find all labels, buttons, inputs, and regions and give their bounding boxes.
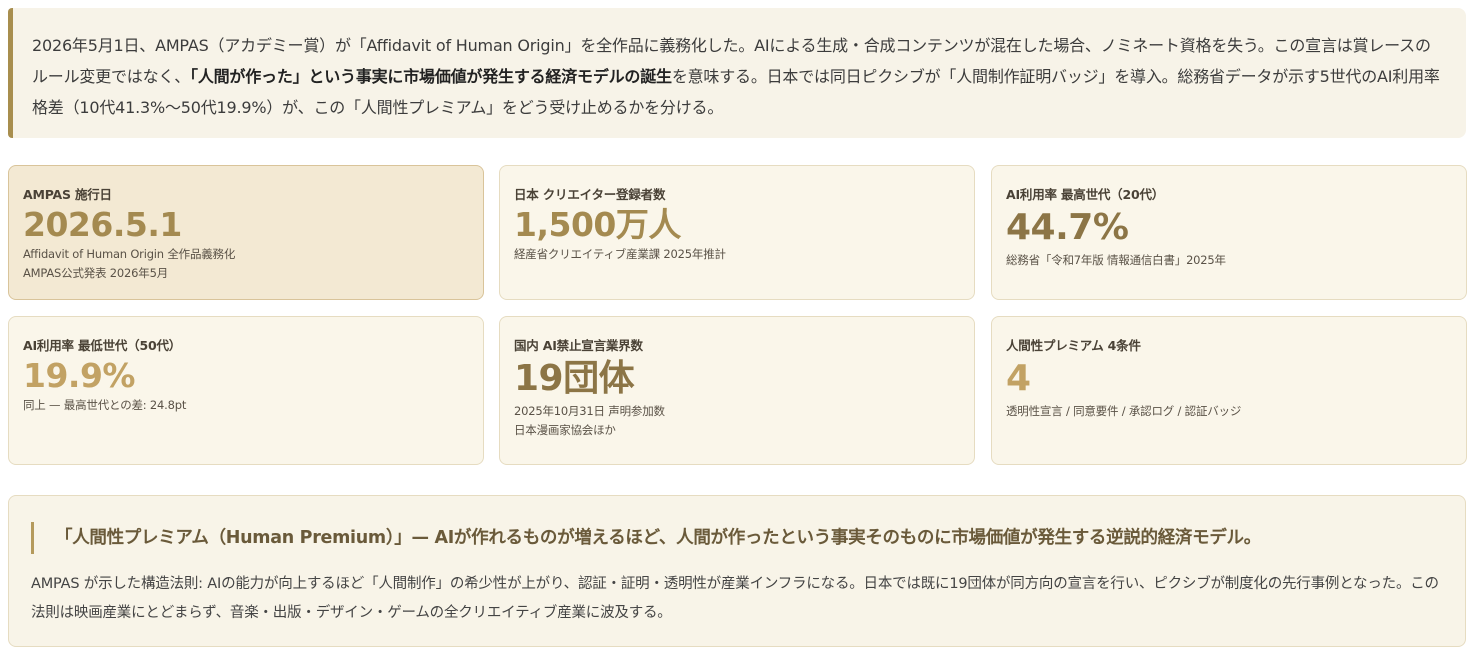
intro-callout: 2026年5月1日、AMPAS（アカデミー賞）が「Affidavit of Hu… (8, 8, 1466, 138)
stat-value: 19団体 (514, 358, 635, 399)
stat-value: 1,500万人 (514, 205, 681, 244)
stat-value: 2026.5.1 (23, 205, 182, 244)
summary-heading: 「人間性プレミアム（Human Premium）」— AIが作れるものが増えるほ… (31, 522, 1445, 554)
intro-emphasis: 「人間が作った」という事実に市場価値が発生する経済モデルの誕生 (190, 67, 672, 86)
stat-note: 経産省クリエイティブ産業課 2025年推計 (514, 247, 726, 261)
summary-panel: 「人間性プレミアム（Human Premium）」— AIが作れるものが増えるほ… (8, 495, 1466, 647)
stat-card-ampas-date: AMPAS 施行日 2026.5.1 Affidavit of Human Or… (8, 165, 484, 300)
stat-card-creators: 日本 クリエイター登録者数 1,500万人 経産省クリエイティブ産業課 2025… (499, 165, 975, 300)
stat-label: AI利用率 最低世代（50代） (23, 338, 182, 353)
stat-source: AMPAS公式発表 2026年5月 (23, 266, 168, 280)
stat-note: Affidavit of Human Origin 全作品義務化 (23, 247, 236, 261)
stat-card-human-premium: 人間性プレミアム 4条件 4 透明性宣言 / 同意要件 / 承認ログ / 認証バ… (991, 316, 1467, 465)
summary-body: AMPAS が示した構造法則: AIの能力が向上するほど「人間制作」の希少性が上… (31, 576, 1439, 621)
stat-card-ai-lowest: AI利用率 最低世代（50代） 19.9% 同上 — 最高世代との差: 24.8… (8, 316, 484, 465)
stat-label: 国内 AI禁止宣言業界数 (514, 338, 643, 353)
stat-note: 同上 — 最高世代との差: 24.8pt (23, 398, 187, 412)
stat-source: 日本漫画家協会ほか (514, 423, 616, 437)
stat-note: 総務省「令和7年版 情報通信白書」2025年 (1006, 253, 1226, 267)
stat-note: 2025年10月31日 声明参加数 (514, 404, 665, 418)
stat-label: 日本 クリエイター登録者数 (514, 187, 666, 202)
stat-note: 透明性宣言 / 同意要件 / 承認ログ / 認証バッジ (1006, 404, 1242, 418)
stat-label: 人間性プレミアム 4条件 (1006, 338, 1141, 353)
stat-label: AMPAS 施行日 (23, 187, 112, 202)
stat-label: AI利用率 最高世代（20代） (1006, 187, 1165, 202)
stat-card-ai-ban: 国内 AI禁止宣言業界数 19団体 2025年10月31日 声明参加数 日本漫画… (499, 316, 975, 465)
stat-value: 44.7% (1006, 207, 1129, 248)
stat-value: 19.9% (23, 356, 136, 395)
stat-card-ai-highest: AI利用率 最高世代（20代） 44.7% 総務省「令和7年版 情報通信白書」2… (991, 165, 1467, 300)
stat-value: 4 (1006, 358, 1031, 399)
